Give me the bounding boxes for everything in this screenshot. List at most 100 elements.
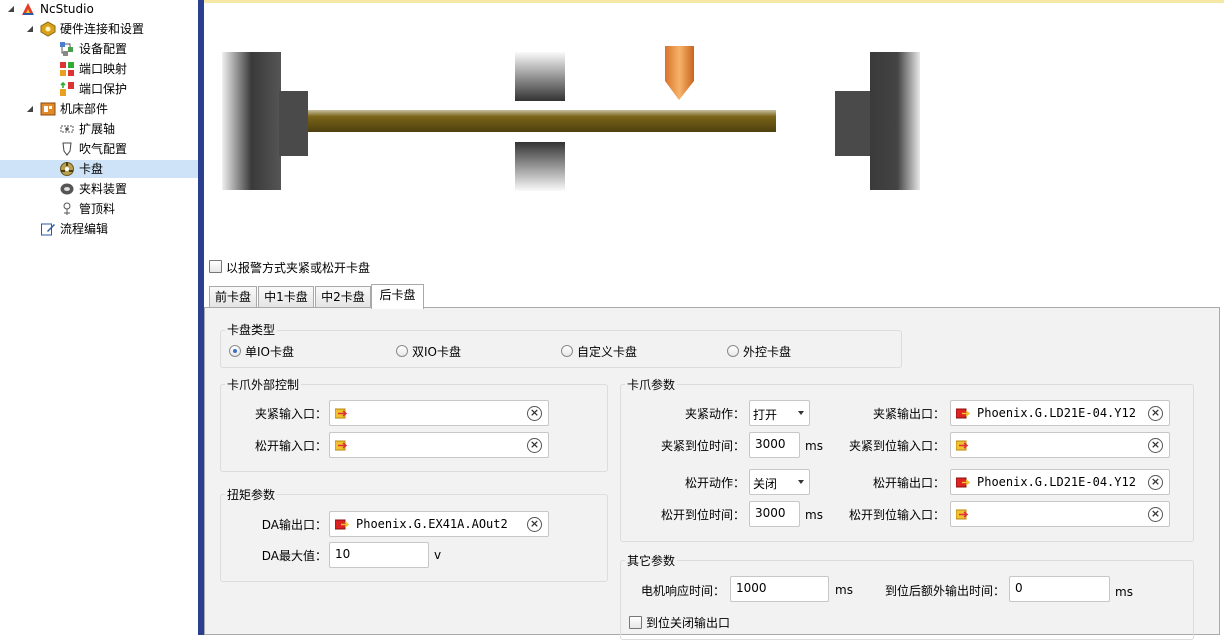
tree-label-hardware: 硬件连接和设置 — [60, 22, 145, 36]
tree-node-pipe-top[interactable]: 管顶料 — [0, 200, 198, 218]
da-output-value: Phoenix.G.EX41A.AOut2 — [356, 517, 508, 531]
tree-label-port-protect: 端口保护 — [79, 82, 128, 96]
da-max-input[interactable]: 10 — [329, 542, 429, 568]
radio-single-io[interactable] — [229, 345, 241, 357]
alarm-checkbox-label: 以报警方式夹紧或松开卡盘 — [226, 261, 371, 275]
clamp-device-icon — [60, 183, 74, 195]
tree-node-hardware[interactable]: ◢ 硬件连接和设置 — [0, 20, 198, 38]
release-time-label: 松开到位时间： — [660, 508, 745, 522]
clamp-done-input-label: 夹紧到位输入口： — [848, 439, 945, 453]
release-output-field[interactable]: Phoenix.G.LD21E-04.Y12 × — [950, 469, 1170, 495]
chuck-icon — [60, 162, 74, 176]
motor-resp-label: 电机响应时间： — [640, 584, 725, 598]
clear-circle-icon[interactable]: × — [1148, 438, 1163, 453]
clamp-input-field[interactable]: × — [329, 400, 549, 426]
tree-label-clamp-device: 夹料装置 — [79, 182, 128, 196]
clamp-input-label: 夹紧输入口： — [254, 407, 327, 421]
output-port-icon — [956, 408, 970, 419]
tab-mid1-chuck[interactable]: 中1卡盘 — [258, 286, 314, 308]
radio-label-custom: 自定义卡盘 — [577, 345, 638, 359]
edit-icon — [41, 223, 55, 236]
output-port-icon — [956, 477, 970, 488]
release-input-label: 松开输入口： — [254, 439, 327, 453]
pipe-top-icon — [63, 202, 71, 215]
input-port-icon — [335, 408, 348, 419]
close-output-label: 到位关闭输出口 — [646, 616, 731, 630]
tree-node-device-config[interactable]: 设备配置 — [0, 40, 198, 58]
port-protect-icon — [60, 81, 74, 96]
ext-axis-icon — [60, 125, 74, 133]
input-port-icon — [956, 509, 969, 520]
clear-circle-icon[interactable]: × — [527, 517, 542, 532]
tree-node-flow-edit[interactable]: 流程编辑 — [0, 220, 198, 238]
tree-node-port-map[interactable]: 端口映射 — [0, 60, 198, 78]
jaw-params-title: 卡爪参数 — [625, 376, 678, 393]
tree-node-port-protect[interactable]: 端口保护 — [0, 80, 198, 98]
clamp-action-value: 打开 — [753, 408, 778, 422]
release-input-field[interactable]: × — [329, 432, 549, 458]
tree-label-root: NcStudio — [40, 2, 94, 16]
clamp-done-input-field[interactable]: × — [950, 432, 1170, 458]
clamp-time-unit: ms — [805, 439, 823, 453]
radio-label-external: 外控卡盘 — [743, 345, 792, 359]
tab-front-chuck[interactable]: 前卡盘 — [209, 286, 257, 308]
close-output-checkbox[interactable] — [629, 616, 642, 629]
clear-circle-icon[interactable]: × — [527, 438, 542, 453]
radio-dual-io[interactable] — [396, 345, 408, 357]
extra-out-input[interactable]: 0 — [1009, 576, 1110, 602]
clamp-output-value: Phoenix.G.LD21E-04.Y12 — [977, 406, 1136, 420]
tree-label-flow-edit: 流程编辑 — [60, 222, 109, 236]
radio-label-dual-io: 双IO卡盘 — [412, 345, 461, 359]
radio-custom[interactable] — [561, 345, 573, 357]
collapse-icon[interactable]: ◢ — [25, 104, 35, 113]
extra-out-unit: ms — [1115, 585, 1133, 599]
tree-node-root[interactable]: ◢ NcStudio — [0, 0, 198, 18]
ncstudio-logo-icon — [22, 3, 34, 15]
middle-chuck-jaw-top — [515, 52, 565, 101]
tree-node-ext-axis[interactable]: 扩展轴 — [0, 120, 198, 138]
clamp-action-select[interactable]: 打开 — [749, 400, 810, 426]
chevron-down-icon — [798, 411, 804, 415]
clear-circle-icon[interactable]: × — [527, 406, 542, 421]
clamp-output-field[interactable]: Phoenix.G.LD21E-04.Y12 × — [950, 400, 1170, 426]
tree-label-pipe-top: 管顶料 — [79, 202, 116, 216]
tree-label-port-map: 端口映射 — [79, 62, 128, 76]
release-output-value: Phoenix.G.LD21E-04.Y12 — [977, 475, 1136, 489]
alarm-checkbox[interactable] — [209, 260, 222, 273]
release-done-input-label: 松开到位输入口： — [848, 508, 945, 522]
release-done-input-field[interactable]: × — [950, 501, 1170, 527]
clear-circle-icon[interactable]: × — [1148, 406, 1163, 421]
middle-chuck-jaw-bottom — [515, 142, 565, 191]
release-time-unit: ms — [805, 508, 823, 522]
collapse-icon[interactable]: ◢ — [25, 24, 35, 33]
tree-node-machine-parts[interactable]: ◢ 机床部件 — [0, 100, 198, 118]
front-chuck-shape — [222, 52, 308, 190]
clamp-time-input[interactable]: 3000 — [749, 432, 800, 458]
blow-config-icon — [62, 142, 72, 156]
radio-external[interactable] — [727, 345, 739, 357]
clamp-time-label: 夹紧到位时间： — [660, 439, 745, 453]
release-action-label: 松开动作： — [684, 476, 745, 490]
clear-circle-icon[interactable]: × — [1148, 507, 1163, 522]
release-output-label: 松开输出口： — [872, 476, 945, 490]
machine-parts-icon — [40, 102, 56, 116]
tree-node-clamp-device[interactable]: 夹料装置 — [0, 180, 198, 198]
clear-circle-icon[interactable]: × — [1148, 475, 1163, 490]
release-time-input[interactable]: 3000 — [749, 501, 800, 527]
tree-node-chuck[interactable]: 卡盘 — [0, 160, 198, 178]
collapse-icon[interactable]: ◢ — [6, 4, 16, 13]
release-action-select[interactable]: 关闭 — [749, 469, 810, 495]
pipe-shaft — [308, 110, 776, 132]
tree-label-blow-config: 吹气配置 — [79, 142, 128, 156]
motor-resp-input[interactable]: 1000 — [730, 576, 829, 602]
hardware-icon — [40, 21, 56, 37]
tree-node-blow-config[interactable]: 吹气配置 — [0, 140, 198, 158]
release-action-value: 关闭 — [753, 477, 778, 491]
radio-label-single-io: 单IO卡盘 — [245, 345, 294, 359]
tree-label-machine-parts: 机床部件 — [60, 102, 109, 116]
tree-panel: ◢ NcStudio ◢ 硬件连接和设置 设备配置 端口映射 端口保护 ◢ 机床… — [0, 0, 198, 635]
tab-rear-chuck[interactable]: 后卡盘 — [371, 284, 424, 309]
da-output-field[interactable]: Phoenix.G.EX41A.AOut2 × — [329, 511, 549, 537]
chuck-diagram — [204, 3, 1224, 253]
tab-mid2-chuck[interactable]: 中2卡盘 — [315, 286, 371, 308]
